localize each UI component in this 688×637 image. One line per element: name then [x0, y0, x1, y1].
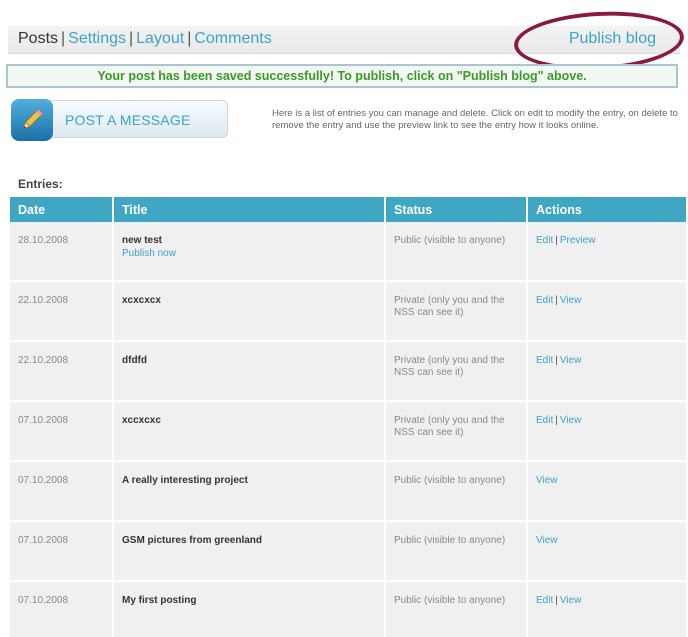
tab-comments[interactable]: Comments — [194, 30, 271, 47]
entry-actions: Edit | Preview — [528, 222, 688, 282]
table-row: 22.10.2008 dfdfd Private (only you and t… — [10, 342, 688, 402]
entry-actions: Edit | View — [528, 582, 688, 637]
edit-link[interactable]: Edit — [536, 235, 553, 246]
view-link[interactable]: View — [536, 535, 558, 546]
entry-status: Public (visible to anyone) — [386, 522, 528, 582]
nav-separator: | — [61, 30, 66, 47]
entry-title[interactable]: new test — [122, 235, 162, 246]
view-link[interactable]: View — [560, 355, 582, 366]
entries-table: Date Title Status Actions 28.10.2008 new… — [10, 197, 688, 637]
table-row: 07.10.2008 xccxcxc Private (only you and… — [10, 402, 688, 462]
nav-separator: | — [187, 30, 192, 47]
table-row: 22.10.2008 xcxcxcx Private (only you and… — [10, 282, 688, 342]
table-row: 28.10.2008 new test Publish now Public (v… — [10, 222, 688, 282]
edit-link[interactable]: Edit — [536, 355, 553, 366]
table-row: 07.10.2008 GSM pictures from greenland P… — [10, 522, 688, 582]
post-message-label: POST A MESSAGE — [65, 112, 191, 128]
entries-header-row: Date Title Status Actions — [10, 197, 688, 222]
column-header-actions: Actions — [528, 197, 688, 222]
table-row: 07.10.2008 A really interesting project … — [10, 462, 688, 522]
entry-title[interactable]: My first posting — [114, 582, 386, 637]
tab-posts[interactable]: Posts — [18, 30, 58, 47]
view-link[interactable]: View — [536, 475, 558, 486]
entry-title[interactable]: xcxcxcx — [114, 282, 386, 342]
entry-status: Public (visible to anyone) — [386, 462, 528, 522]
success-notice: Your post has been saved successfully! T… — [6, 64, 678, 88]
nav-tabs: Posts | Settings | Layout | Comments — [18, 30, 272, 48]
entry-status: Private (only you and the NSS can see it… — [386, 342, 528, 402]
entry-title-cell: new test Publish now — [114, 222, 386, 282]
view-link[interactable]: View — [560, 415, 582, 426]
column-header-title: Title — [114, 197, 386, 222]
edit-link[interactable]: Edit — [536, 295, 553, 306]
edit-link[interactable]: Edit — [536, 595, 553, 606]
action-separator: | — [555, 595, 558, 606]
action-separator: | — [555, 235, 558, 246]
entry-date: 07.10.2008 — [10, 462, 114, 522]
entry-date: 07.10.2008 — [10, 582, 114, 637]
top-navigation: Posts | Settings | Layout | Comments Publish b… — [8, 26, 680, 54]
entry-status: Public (visible to anyone) — [386, 582, 528, 637]
tab-layout[interactable]: Layout — [136, 30, 184, 47]
entry-actions: View — [528, 522, 688, 582]
entry-title[interactable]: xccxcxc — [114, 402, 386, 462]
entry-actions: Edit | View — [528, 342, 688, 402]
publish-now-link[interactable]: Publish now — [122, 248, 384, 259]
pencil-icon — [11, 99, 53, 141]
action-separator: | — [555, 355, 558, 366]
entry-title[interactable]: GSM pictures from greenland — [114, 522, 386, 582]
entry-status: Public (visible to anyone) — [386, 222, 528, 282]
entry-title[interactable]: dfdfd — [114, 342, 386, 402]
entry-date: 07.10.2008 — [10, 522, 114, 582]
publish-blog-link[interactable]: Publish blog — [569, 30, 656, 48]
help-text: Here is a list of entries you can manage… — [272, 108, 678, 131]
nav-separator: | — [128, 30, 134, 47]
entries-heading: Entries: — [18, 177, 63, 191]
entry-title[interactable]: A really interesting project — [114, 462, 386, 522]
table-row: 07.10.2008 My first posting Public (visi… — [10, 582, 688, 637]
tab-settings[interactable]: Settings — [68, 30, 126, 47]
entry-status: Private (only you and the NSS can see it… — [386, 282, 528, 342]
post-message-button[interactable]: POST A MESSAGE — [11, 99, 228, 141]
edit-link[interactable]: Edit — [536, 415, 553, 426]
view-link[interactable]: View — [560, 295, 582, 306]
entry-date: 22.10.2008 — [10, 342, 114, 402]
entry-status: Private (only you and the NSS can see it… — [386, 402, 528, 462]
action-separator: | — [555, 415, 558, 426]
column-header-date: Date — [10, 197, 114, 222]
preview-link[interactable]: Preview — [560, 235, 596, 246]
view-link[interactable]: View — [560, 595, 582, 606]
entry-actions: Edit | View — [528, 282, 688, 342]
entry-date: 22.10.2008 — [10, 282, 114, 342]
column-header-status: Status — [386, 197, 528, 222]
entry-actions: Edit | View — [528, 402, 688, 462]
entry-date: 28.10.2008 — [10, 222, 114, 282]
action-separator: | — [555, 295, 558, 306]
entry-actions: View — [528, 462, 688, 522]
entry-date: 07.10.2008 — [10, 402, 114, 462]
